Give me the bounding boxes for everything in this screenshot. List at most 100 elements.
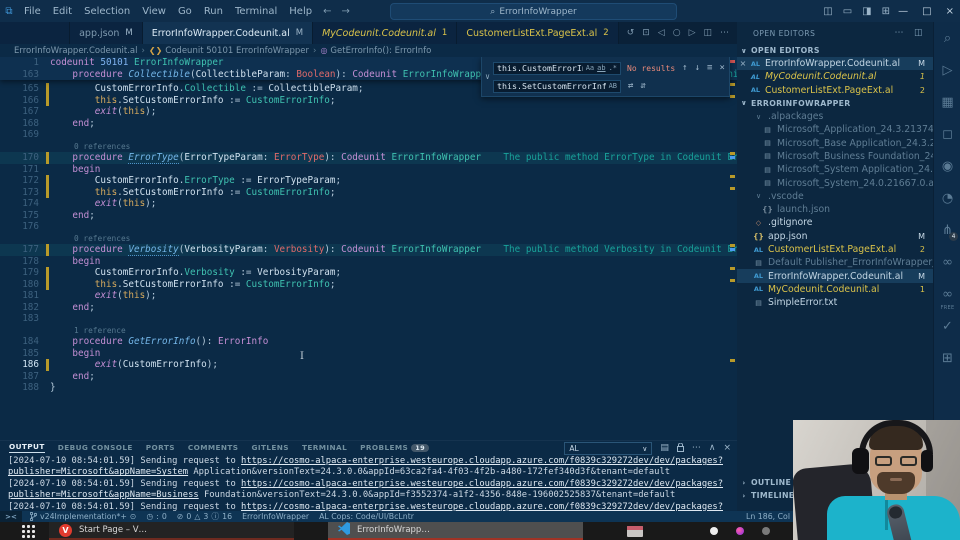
tab-ErrorInfoWrapper.Codeunit.al[interactable]: ErrorInfoWrapper.Codeunit.al M (142, 22, 314, 44)
timeline-icon[interactable]: ↺ (627, 28, 635, 38)
step-back-icon[interactable]: ◁ (658, 28, 665, 38)
file-.gitignore[interactable]: ◇ .gitignore (737, 216, 933, 229)
tab-app.json[interactable]: app.json M (70, 22, 143, 44)
find-next-icon[interactable]: ↓ (695, 63, 700, 73)
toggle-secondary-sidebar-icon[interactable]: ◨ (862, 6, 871, 17)
azure-pipelines-icon[interactable]: ∞ (934, 246, 960, 278)
output-channel-select[interactable]: AL ∨ (564, 442, 653, 455)
panel-tab-problems[interactable]: PROBLEMS 19 (360, 443, 430, 453)
file-MyCodeunit.Codeunit.al[interactable]: AL MyCodeunit.Codeunit.al 1 (737, 283, 933, 296)
code-line-175[interactable]: 175 end; (0, 210, 737, 222)
code-lines[interactable]: 165 CustomErrorInfo.Collectible := Colle… (0, 80, 737, 394)
tab-hidden[interactable] (0, 22, 71, 44)
select-region-icon[interactable]: ⊡ (642, 28, 650, 38)
chat-icon[interactable]: ◻ (934, 118, 960, 150)
menu-selection[interactable]: Selection (78, 6, 136, 17)
panel-tab-debug-console[interactable]: DEBUG CONSOLE (58, 443, 133, 453)
code-line-167[interactable]: 167 exit(this); (0, 106, 737, 118)
menu-go[interactable]: Go (172, 6, 198, 17)
menu-run[interactable]: Run (198, 6, 229, 17)
find-input[interactable]: this.CustomErrorIn Aa ab .* (493, 61, 621, 75)
code-line-170[interactable]: 170 procedure ErrorType(ErrorTypeParam: … (0, 152, 737, 164)
project-header[interactable]: ∨ ERRORINFOWRAPPER (737, 97, 933, 110)
file-.alpackages[interactable]: ∨ .alpackages (737, 110, 933, 123)
file-Microsoft_Business Foundation_24._[interactable]: ▤ Microsoft_Business Foundation_24._ (737, 150, 933, 163)
code-line-184[interactable]: 184 procedure GetErrorInfo(): ErrorInfo (0, 336, 737, 348)
code-line-188[interactable]: 188} (0, 382, 737, 394)
codelens-references[interactable]: 1 reference (0, 325, 737, 337)
customize-layout-icon[interactable]: ⊞ (882, 6, 890, 17)
panel-tab-terminal[interactable]: TERMINAL (302, 443, 347, 453)
file-SimpleError.txt[interactable]: ▤ SimpleError.txt (737, 296, 933, 309)
breadcrumb-item[interactable]: Codeunit 50101 ErrorInfoWrapper (165, 46, 309, 56)
code-line-172[interactable]: 172 CustomErrorInfo.ErrorType := ErrorTy… (0, 175, 737, 187)
replace-input[interactable]: this.SetCustomErrorInfo AB (493, 79, 621, 93)
preserve-case-icon[interactable]: AB (609, 82, 617, 90)
graph-icon[interactable]: ⋔ 4 (934, 214, 960, 246)
nav-forward-icon[interactable]: → (336, 6, 354, 17)
open-editor-ErrorInfoWrapper.Codeunit.al[interactable]: × AL ErrorInfoWrapper.Codeunit.al M (737, 57, 933, 71)
al-cops-item[interactable]: AL Cops: Code/UI/BcLntr (319, 512, 414, 521)
file-launch.json[interactable]: {} launch.json (737, 203, 933, 216)
output-views-icon[interactable]: ▤ (660, 443, 669, 455)
codelens-references[interactable]: 0 references (0, 141, 737, 153)
code-line-169[interactable]: 169 (0, 129, 737, 141)
codelens-references[interactable]: 0 references (0, 233, 737, 245)
menu-terminal[interactable]: Terminal (229, 6, 283, 17)
minimize-icon[interactable]: — (898, 6, 908, 17)
code-line-182[interactable]: 182 end; (0, 302, 737, 314)
taskbar-files[interactable] (617, 522, 653, 540)
replace-icon[interactable]: ⇄ (628, 81, 633, 91)
sidebar-split-icon[interactable]: ◫ (914, 28, 923, 38)
regex-icon[interactable]: .* (609, 64, 617, 72)
run-debug-icon[interactable]: ▷ (934, 54, 960, 86)
code-line-179[interactable]: 179 CustomErrorInfo.Verbosity := Verbosi… (0, 267, 737, 279)
output-log[interactable]: [2024-07-10 08:54:01.59] Sending request… (0, 454, 737, 512)
close-panel-icon[interactable]: × (723, 443, 731, 455)
run-icon[interactable]: ▷ (689, 28, 696, 38)
code-line-185[interactable]: 185 begin (0, 348, 737, 360)
code-line-187[interactable]: 187 end; (0, 371, 737, 383)
panel-tab-output[interactable]: OUTPUT (9, 442, 45, 453)
find-collapse-icon[interactable]: ∨ (482, 57, 493, 96)
code-line-173[interactable]: 173 this.SetCustomErrorInfo := CustomErr… (0, 186, 737, 198)
find-prev-icon[interactable]: ↑ (682, 63, 687, 73)
github-icon[interactable]: ◉ (934, 150, 960, 182)
code-editor[interactable]: 165 CustomErrorInfo.Collectible := Colle… (0, 57, 737, 440)
code-line-168[interactable]: 168 end; (0, 118, 737, 130)
clock-icon[interactable]: ◔ (934, 182, 960, 214)
file-ErrorInfoWrapper.Codeunit.al[interactable]: AL ErrorInfoWrapper.Codeunit.al M (737, 269, 933, 283)
menu-view[interactable]: View (136, 6, 172, 17)
code-line-177[interactable]: 177 procedure Verbosity(VerbosityParam: … (0, 244, 737, 256)
tray-icon-1[interactable] (710, 527, 718, 535)
file-app.json[interactable]: {} app.json M (737, 230, 933, 243)
tray-icon-3[interactable] (762, 527, 770, 535)
find-in-selection-icon[interactable]: ≡ (707, 63, 712, 73)
breadcrumb[interactable]: ErrorInfoWrapper.Codeunit.al › ❮❯ Codeunit … (0, 44, 737, 57)
output-link[interactable]: publisher=Microsoft&appName=System (8, 467, 188, 477)
more-actions-icon[interactable]: ⋯ (720, 28, 729, 38)
open-editors-header[interactable]: ∨ OPEN EDITORS (737, 44, 933, 57)
maximize-panel-icon[interactable]: ∧ (709, 443, 716, 455)
menu-edit[interactable]: Edit (47, 6, 78, 17)
remote-indicator[interactable]: >< (0, 511, 22, 522)
app-launcher-icon[interactable] (22, 524, 35, 538)
cursor-position-item[interactable]: Ln 186, Col (746, 511, 790, 522)
search-icon[interactable]: ⌕ (934, 22, 960, 54)
open-editor-CustomerListExt.PageExt.al[interactable]: AL CustomerListExt.PageExt.al 2 (737, 84, 933, 97)
open-editor-MyCodeunit.Codeunit.al[interactable]: AL MyCodeunit.Codeunit.al 1 (737, 70, 933, 83)
sync-item[interactable]: ◷: 0 (146, 512, 166, 521)
nav-back-icon[interactable]: ← (318, 6, 336, 17)
breadcrumb-item[interactable]: GetErrorInfo(): ErrorInfo (330, 46, 431, 56)
file-Default Publisher_ErrorInfoWrapper_[interactable]: ▤ Default Publisher_ErrorInfoWrapper_ (737, 256, 933, 269)
file-Microsoft_Base Application_24.3.2_[interactable]: ▤ Microsoft_Base Application_24.3.2_ (737, 136, 933, 149)
whole-word-icon[interactable]: ab (597, 64, 605, 72)
layout-icon[interactable]: ⊞ (934, 342, 960, 374)
tab-CustomerListExt.PageExt.al[interactable]: CustomerListExt.PageExt.al 2 (457, 22, 619, 44)
code-line-183[interactable]: 183 (0, 313, 737, 325)
extensions-icon[interactable]: ▦ (934, 86, 960, 118)
file-Microsoft_System Application_24.3_[interactable]: ▤ Microsoft_System Application_24.3_ (737, 163, 933, 176)
output-link[interactable]: https://cosmo-alpaca-enterprise.westeuro… (241, 479, 723, 489)
record-icon[interactable]: ○ (673, 28, 681, 38)
problems-item[interactable]: ⊘ 0 △ 3 ⓘ 16 (177, 511, 232, 522)
